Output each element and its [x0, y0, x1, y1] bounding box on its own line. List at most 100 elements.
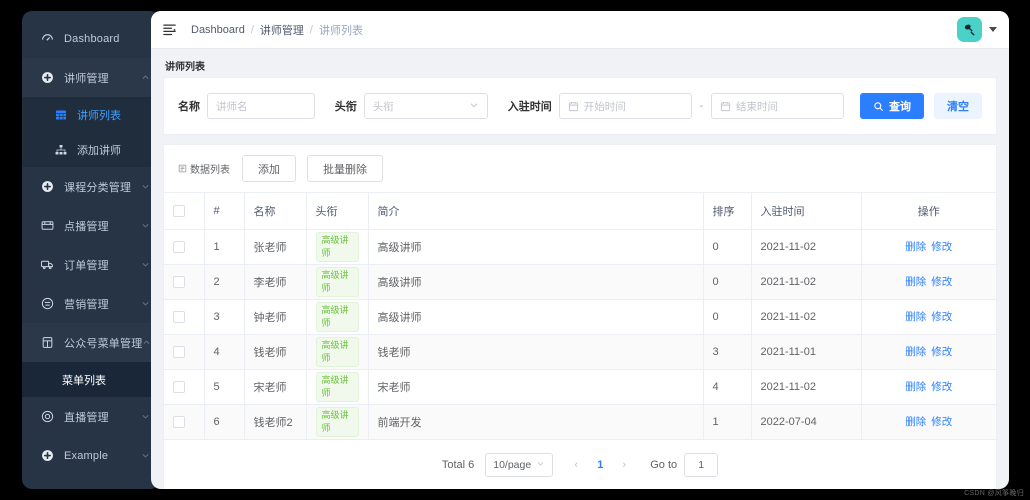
breadcrumb: Dashboard / 讲师管理 / 讲师列表: [191, 22, 363, 38]
breadcrumb-separator: /: [250, 23, 254, 36]
menu-fold-icon[interactable]: [161, 22, 177, 38]
select-all-checkbox[interactable]: [173, 204, 185, 217]
calendar-icon: [568, 101, 579, 112]
sidebar-item-label: 公众号菜单管理: [64, 337, 143, 350]
chevron-down-icon[interactable]: [989, 27, 997, 32]
row-checkbox[interactable]: [173, 240, 185, 253]
column-operations: 操作: [861, 193, 996, 230]
data-list-label: 数据列表: [178, 161, 230, 176]
breadcrumb-item-dashboard[interactable]: Dashboard: [191, 24, 245, 36]
row-checkbox-cell: [164, 369, 205, 405]
status-badge: 高级讲师: [315, 301, 359, 332]
status-badge: 高级讲师: [315, 406, 359, 437]
cell-intro: 宋老师: [368, 369, 704, 405]
form-icon: [40, 487, 55, 489]
submenu-official-account-menu: 菜单列表: [22, 362, 160, 397]
page-size-select[interactable]: 10/page: [485, 452, 554, 477]
cell-title: 高级讲师: [306, 229, 369, 265]
chevron-down-icon: [469, 100, 479, 113]
table-row[interactable]: 6 钱老师2 高级讲师 前端开发 1 2022-07-04 删除 修改: [164, 404, 996, 440]
page-size-value: 10/page: [493, 458, 532, 471]
dashboard-icon: [40, 31, 55, 46]
delete-link[interactable]: 删除: [905, 311, 926, 323]
end-date-input[interactable]: 结束时间: [711, 93, 844, 119]
breadcrumb-item-teacher-management[interactable]: 讲师管理: [260, 22, 304, 38]
cell-intro: 高级讲师: [368, 299, 704, 335]
edit-link[interactable]: 修改: [931, 416, 952, 428]
sidebar-item-order-management[interactable]: 订单管理: [22, 245, 160, 284]
truck-icon: [40, 257, 55, 272]
edit-link[interactable]: 修改: [931, 276, 952, 288]
avatar[interactable]: [957, 17, 982, 42]
delete-link[interactable]: 删除: [905, 346, 926, 358]
sidebar-item-add-teacher[interactable]: 添加讲师: [22, 132, 160, 167]
data-list-text: 数据列表: [190, 165, 230, 176]
edit-link[interactable]: 修改: [931, 241, 952, 253]
sidebar-item-teacher-management[interactable]: 讲师管理: [22, 58, 160, 97]
row-checkbox-cell: [164, 334, 205, 370]
sidebar-item-form[interactable]: Form: [22, 475, 160, 490]
breadcrumb-separator: /: [309, 23, 313, 36]
sidebar-item-course-category-management[interactable]: 课程分类管理: [22, 167, 160, 206]
prev-page-button[interactable]: ‹: [566, 454, 586, 476]
add-button[interactable]: 添加: [242, 155, 296, 182]
edit-link[interactable]: 修改: [931, 381, 952, 393]
table-row[interactable]: 4 钱老师 高级讲师 钱老师 3 2021-11-01 删除 修改: [164, 334, 996, 370]
row-checkbox[interactable]: [173, 380, 185, 393]
smile-circle-icon: [40, 296, 55, 311]
delete-link[interactable]: 删除: [905, 241, 926, 253]
row-checkbox[interactable]: [173, 310, 185, 323]
cell-index: 5: [204, 369, 245, 405]
row-checkbox[interactable]: [173, 275, 185, 288]
page-number-1[interactable]: 1: [589, 454, 611, 476]
sidebar-item-vod-management[interactable]: 点播管理: [22, 206, 160, 245]
column-name: 名称: [244, 193, 307, 230]
chevron-down-icon: [140, 451, 150, 461]
sidebar-item-marketing-management[interactable]: 营销管理: [22, 284, 160, 323]
sidebar-item-dashboard[interactable]: Dashboard: [22, 19, 160, 58]
cell-operations: 删除 修改: [861, 229, 996, 265]
column-index: #: [204, 193, 245, 230]
clear-button-label: 清空: [946, 101, 969, 113]
table-row[interactable]: 2 李老师 高级讲师 高级讲师 0 2021-11-02 删除 修改: [164, 264, 996, 300]
search-input[interactable]: 讲师名: [207, 93, 315, 119]
start-date-input[interactable]: 开始时间: [558, 93, 692, 119]
cell-operations: 删除 修改: [861, 404, 996, 440]
column-join-date: 入驻时间: [751, 193, 862, 230]
row-checkbox[interactable]: [173, 345, 185, 358]
chevron-down-icon: [536, 459, 545, 471]
table-row[interactable]: 1 张老师 高级讲师 高级讲师 0 2021-11-02 删除 修改: [164, 229, 996, 265]
delete-link[interactable]: 删除: [905, 416, 926, 428]
cell-title: 高级讲师: [306, 334, 369, 370]
sidebar-item-live-management[interactable]: 直播管理: [22, 397, 160, 436]
next-page-button[interactable]: ›: [614, 454, 634, 476]
topbar: Dashboard / 讲师管理 / 讲师列表: [151, 11, 1009, 49]
cell-name: 李老师: [244, 264, 307, 300]
start-date-placeholder: 开始时间: [583, 100, 626, 113]
table-row[interactable]: 3 钟老师 高级讲师 高级讲师 0 2021-11-02 删除 修改: [164, 299, 996, 335]
row-checkbox[interactable]: [173, 415, 185, 428]
table-row[interactable]: 5 宋老师 高级讲师 宋老师 4 2021-11-02 删除 修改: [164, 369, 996, 405]
sidebar-item-menu-list[interactable]: 菜单列表: [22, 362, 160, 397]
edit-link[interactable]: 修改: [931, 311, 952, 323]
title-select[interactable]: 头衔: [363, 93, 488, 119]
query-button[interactable]: 查询: [859, 93, 924, 119]
cell-name: 宋老师: [244, 369, 307, 405]
plus-circle-icon: [40, 179, 55, 194]
goto-page-input[interactable]: 1: [684, 452, 719, 477]
delete-link[interactable]: 删除: [905, 276, 926, 288]
grid-icon: [54, 108, 68, 122]
video-icon: [40, 218, 55, 233]
name-placeholder: 讲师名: [216, 100, 248, 113]
cell-join-date: 2021-11-02: [751, 299, 862, 335]
delete-link[interactable]: 删除: [905, 381, 926, 393]
edit-link[interactable]: 修改: [931, 346, 952, 358]
sidebar-item-example[interactable]: Example: [22, 436, 160, 475]
sidebar-item-label: 直播管理: [64, 411, 109, 424]
sidebar-item-label: 讲师列表: [77, 109, 121, 122]
sidebar-item-teacher-list[interactable]: 讲师列表: [22, 97, 160, 132]
sidebar-item-official-account-menu-management[interactable]: 公众号菜单管理: [22, 323, 160, 362]
clear-button[interactable]: 清空: [933, 93, 982, 119]
chevron-down-icon: [140, 182, 150, 192]
batch-delete-button[interactable]: 批量删除: [307, 155, 383, 182]
